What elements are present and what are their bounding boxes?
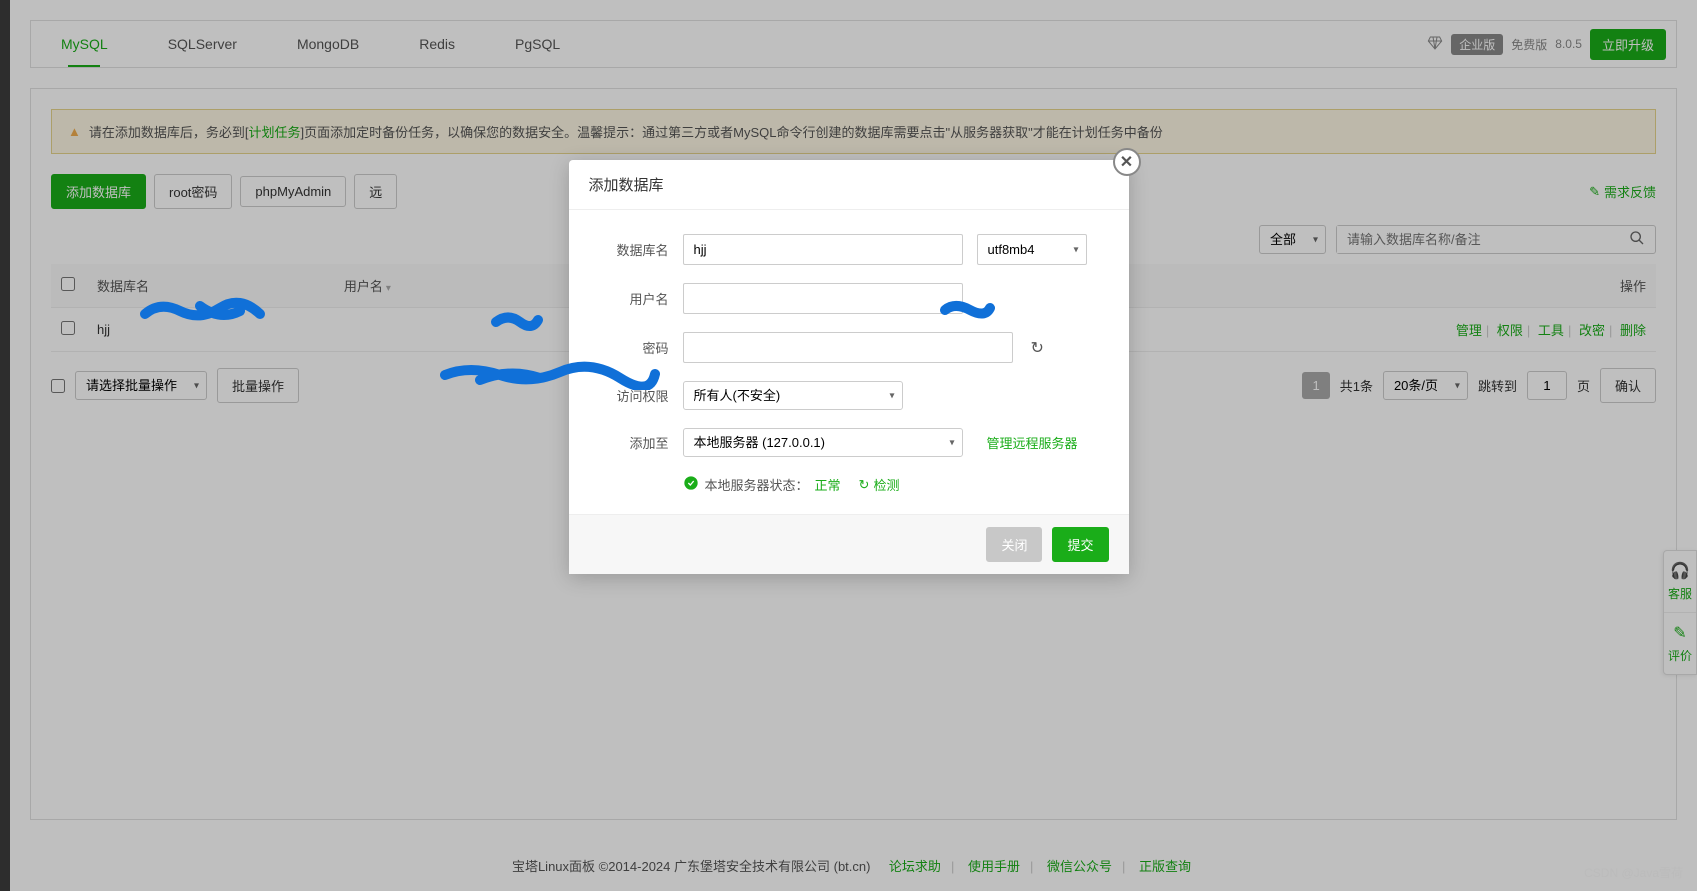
- label-dbname: 数据库名: [599, 240, 669, 259]
- modal-close-action-button[interactable]: 关闭: [986, 527, 1042, 562]
- check-circle-icon: [683, 475, 699, 494]
- select-access[interactable]: 所有人(不安全): [683, 381, 903, 410]
- refresh-password-button[interactable]: ↻: [1031, 338, 1044, 358]
- input-user[interactable]: [683, 283, 963, 314]
- server-status-row: 本地服务器状态： 正常 ↻ 检测: [683, 475, 1099, 494]
- watermark: CSDN @Java雪荷: [1584, 864, 1683, 881]
- detect-link[interactable]: ↻ 检测: [859, 475, 900, 494]
- modal-submit-button[interactable]: 提交: [1052, 527, 1108, 562]
- modal-overlay: ✕ 添加数据库 数据库名 utf8mb4 用户名 密码 ↻: [0, 0, 1697, 891]
- status-value: 正常: [815, 475, 841, 494]
- label-user: 用户名: [599, 289, 669, 308]
- manage-remote-link[interactable]: 管理远程服务器: [987, 433, 1078, 452]
- input-dbname[interactable]: [683, 234, 963, 265]
- select-charset[interactable]: utf8mb4: [977, 234, 1087, 265]
- status-label: 本地服务器状态：: [705, 475, 809, 494]
- close-icon: ✕: [1120, 152, 1133, 172]
- modal-close-button[interactable]: ✕: [1113, 148, 1141, 176]
- select-server[interactable]: 本地服务器 (127.0.0.1): [683, 428, 963, 457]
- add-database-modal: ✕ 添加数据库 数据库名 utf8mb4 用户名 密码 ↻: [569, 160, 1129, 574]
- reload-icon: ↻: [859, 477, 870, 493]
- label-password: 密码: [599, 338, 669, 357]
- input-password[interactable]: [683, 332, 1013, 363]
- label-addto: 添加至: [599, 433, 669, 452]
- modal-footer: 关闭 提交: [569, 514, 1129, 574]
- label-access: 访问权限: [599, 386, 669, 405]
- modal-title: 添加数据库: [569, 160, 1129, 210]
